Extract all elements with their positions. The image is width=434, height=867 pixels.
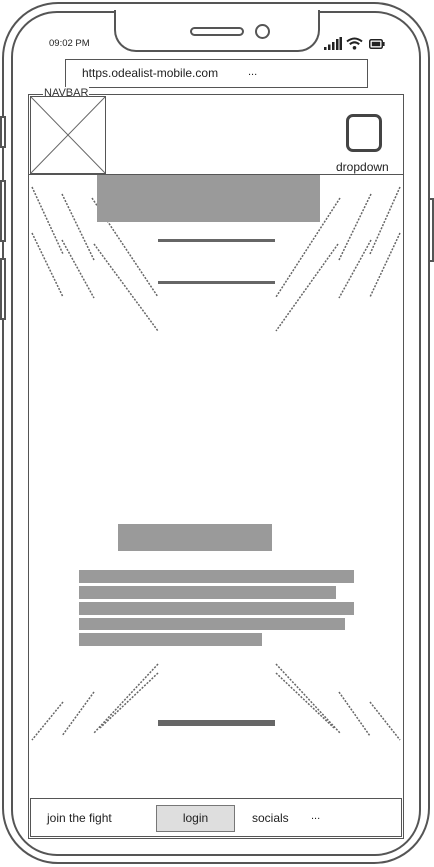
decorative-hatching: [31, 186, 401, 741]
hero-banner-placeholder: [97, 175, 320, 222]
text-line-placeholder: [79, 570, 354, 583]
hero-divider-line: [158, 239, 275, 242]
login-button[interactable]: login: [156, 805, 235, 832]
text-line-placeholder: [79, 586, 336, 599]
text-line-placeholder: [79, 618, 345, 630]
section-heading-placeholder: [118, 524, 272, 551]
section-divider-line: [158, 720, 275, 726]
socials-link[interactable]: socials: [252, 811, 289, 825]
footer-more: ...: [311, 810, 321, 822]
hero-divider-line: [158, 281, 275, 284]
join-the-fight-link[interactable]: join the fight: [47, 811, 112, 825]
text-line-placeholder: [79, 633, 262, 646]
text-line-placeholder: [79, 602, 354, 615]
